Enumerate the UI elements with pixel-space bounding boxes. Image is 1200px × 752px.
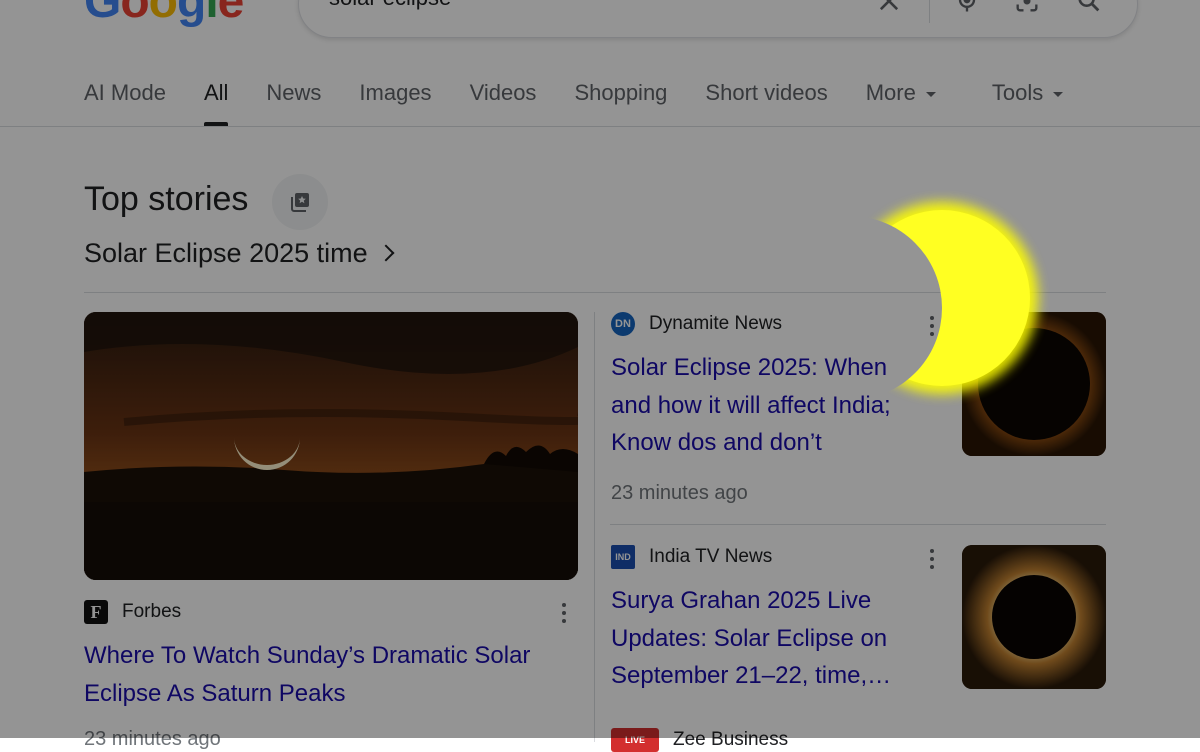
stories-icon [291, 193, 309, 212]
top-stories-feedback-button[interactable] [272, 174, 328, 230]
tab-ai-mode[interactable]: AI Mode [84, 78, 166, 126]
chevron-right-icon [377, 244, 395, 262]
tools-button[interactable]: Tools [992, 78, 1064, 126]
topic-link[interactable]: Solar Eclipse 2025 time [84, 238, 395, 269]
lead-story-image[interactable] [84, 312, 578, 580]
caret-down-icon [1053, 91, 1064, 97]
top-stories-heading: Top stories [84, 180, 249, 218]
publisher-name: Forbes [122, 601, 182, 622]
story-2-publisher[interactable]: IND India TV News [611, 545, 772, 569]
search-icon[interactable] [1075, 0, 1103, 15]
lead-publisher[interactable]: F Forbes [84, 600, 181, 624]
publisher-name: Dynamite News [649, 313, 783, 334]
story-2-headline[interactable]: Surya Grahan 2025 Live Updates: Solar Ec… [611, 582, 921, 694]
story-1-headline[interactable]: Solar Eclipse 2025: When and how it will… [611, 349, 931, 462]
story-3-publisher[interactable]: LIVE Zee Business [611, 728, 788, 752]
search-divider [929, 0, 930, 23]
live-badge: LIVE [611, 728, 659, 752]
forbes-logo: F [84, 600, 108, 624]
tab-all[interactable]: All [203, 78, 229, 126]
dynamite-news-logo: DN [611, 312, 635, 336]
more-options-icon[interactable] [561, 601, 567, 625]
tab-short-videos[interactable]: Short videos [705, 78, 827, 126]
eclipse-thumbnail-image [962, 312, 1106, 456]
search-results-page: Google solar eclipse AI Mode All News Im… [0, 0, 1200, 752]
lead-headline[interactable]: Where To Watch Sunday’s Dramatic Solar E… [84, 637, 574, 712]
google-logo[interactable]: Google [84, 0, 244, 29]
more-options-icon[interactable] [929, 314, 935, 338]
search-input[interactable]: solar eclipse [329, 0, 451, 11]
publisher-name: India TV News [649, 546, 773, 567]
column-divider [594, 312, 595, 742]
story-1-timestamp: 23 minutes ago [611, 482, 748, 504]
lead-timestamp: 23 minutes ago [84, 728, 221, 750]
tab-shopping[interactable]: Shopping [574, 78, 667, 126]
caret-down-icon [925, 91, 936, 97]
story-1-thumbnail[interactable] [962, 312, 1106, 456]
section-divider [84, 292, 1106, 293]
eclipse-thumbnail-image [962, 545, 1106, 689]
tab-images[interactable]: Images [359, 78, 431, 126]
search-tabs: AI Mode All News Images Videos Shopping … [84, 78, 1101, 126]
tabs-divider [0, 126, 1200, 127]
tab-more[interactable]: More [866, 78, 936, 126]
publisher-name: Zee Business [673, 729, 789, 750]
story-divider [610, 524, 1106, 525]
tab-videos[interactable]: Videos [470, 78, 537, 126]
india-tv-logo: IND [611, 545, 635, 569]
story-1-publisher[interactable]: DN Dynamite News [611, 312, 782, 336]
search-box[interactable]: solar eclipse [298, 0, 1138, 38]
clear-icon[interactable] [875, 0, 903, 15]
lens-icon[interactable] [1013, 0, 1041, 15]
story-2-thumbnail[interactable] [962, 545, 1106, 689]
more-options-icon[interactable] [929, 547, 935, 571]
tab-news[interactable]: News [266, 78, 321, 126]
microphone-icon[interactable] [953, 0, 981, 15]
sunset-eclipse-photo [84, 312, 578, 580]
